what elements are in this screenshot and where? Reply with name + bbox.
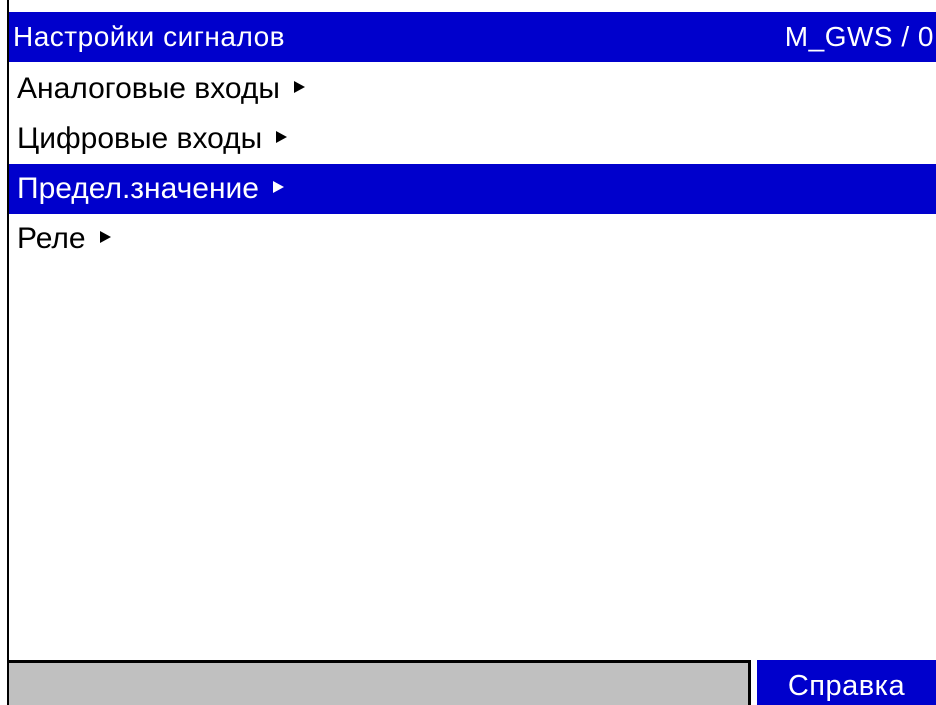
footer-bar: Справка [9,660,936,705]
menu-item-label: Цифровые входы [17,122,263,155]
help-button[interactable]: Справка [757,660,936,705]
menu-item-analog-inputs[interactable]: Аналоговые входы [9,64,936,114]
screen-left-border [0,0,9,705]
menu-item-limit-values[interactable]: Предел.значение [9,164,936,214]
submenu-arrow-icon [99,231,111,243]
header-bar: Настройки сигналов M_GWS / 0 [9,12,936,62]
submenu-arrow-icon [293,81,305,93]
settings-menu: Аналоговые входы Цифровые входы Предел.з… [9,64,936,264]
submenu-arrow-icon [272,181,284,193]
menu-item-relays[interactable]: Реле [9,214,936,264]
screen-code: M_GWS / 0 [784,21,934,52]
menu-item-label: Реле [17,222,86,255]
status-field [9,660,751,705]
menu-item-digital-inputs[interactable]: Цифровые входы [9,114,936,164]
menu-item-label: Предел.значение [17,172,259,205]
device-screen: Настройки сигналов M_GWS / 0 Аналоговые … [0,0,936,705]
page-title: Настройки сигналов [13,21,286,52]
menu-item-label: Аналоговые входы [17,72,280,105]
submenu-arrow-icon [276,131,288,143]
